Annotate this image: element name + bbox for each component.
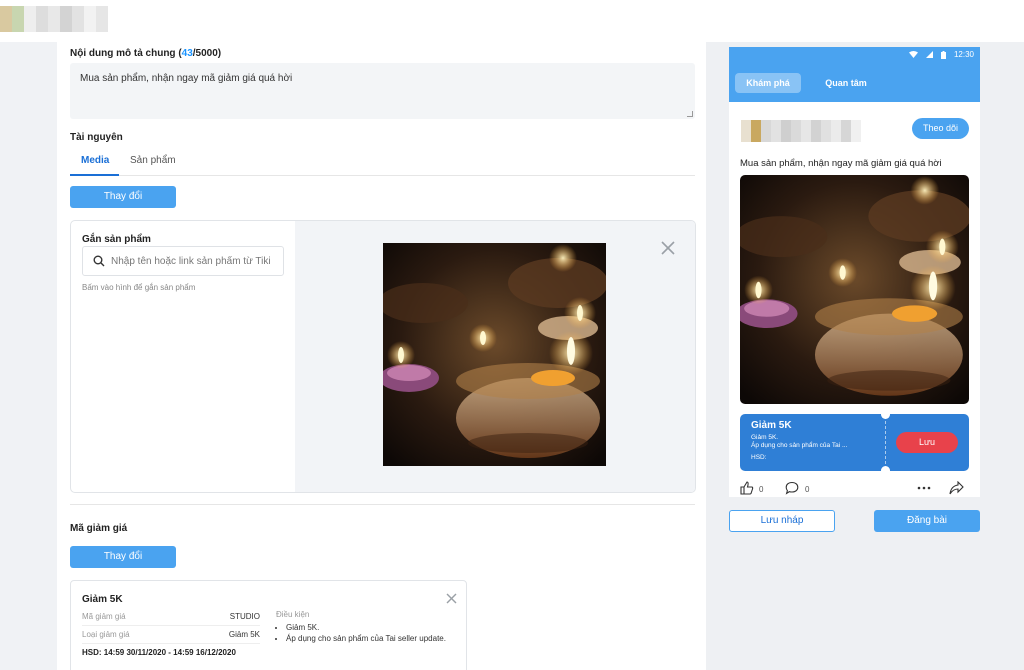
description-textarea[interactable]: Mua sản phẩm, nhận ngay mã giảm giá quá … xyxy=(70,63,695,119)
product-search-input[interactable] xyxy=(111,253,279,269)
resources-title: Tài nguyên xyxy=(70,132,123,143)
status-bar: 12:30 xyxy=(908,50,974,59)
preview-voucher-card: Giảm 5K Giảm 5K. Áp dụng cho sản phẩm củ… xyxy=(740,414,969,471)
like-count: 0 xyxy=(759,485,764,494)
battery-icon xyxy=(940,50,946,59)
blurred-shop-name xyxy=(741,120,871,142)
post-image xyxy=(740,175,969,404)
description-label: Nội dung mô tả chung (43/5000) xyxy=(70,48,221,59)
description-text: Mua sản phẩm, nhận ngay mã giảm giá quá … xyxy=(80,73,293,84)
attach-hint: Bấm vào hình để gắn sản phẩm xyxy=(82,283,196,292)
publish-button[interactable]: Đăng bài xyxy=(874,510,980,532)
remove-media-close-icon[interactable] xyxy=(661,241,675,255)
candle-image-preview xyxy=(740,175,969,404)
status-time: 12:30 xyxy=(953,50,974,59)
description-label-text: Nội dung mô tả chung ( xyxy=(70,48,182,59)
condition-item: Áp dụng cho sản phẩm của Tai seller upda… xyxy=(286,634,461,643)
voucher-code-value: STUDIO xyxy=(229,612,260,621)
conditions-title: Điều kiện xyxy=(276,610,310,619)
change-media-button[interactable]: Thay đổi xyxy=(70,186,176,208)
voucher-title: Giảm 5K xyxy=(82,594,123,605)
resource-tabs: Media Sản phẩm xyxy=(70,150,695,176)
preview-voucher-title: Giảm 5K xyxy=(751,420,792,431)
voucher-divider xyxy=(885,416,886,469)
tab-following[interactable]: Quan tâm xyxy=(813,73,879,93)
active-tab-indicator xyxy=(70,174,119,176)
candle-image[interactable] xyxy=(383,243,606,466)
voucher-card: Giảm 5K Mã giảm giá STUDIO Loại giảm giá… xyxy=(70,580,467,670)
voucher-code-label: Mã giảm giá xyxy=(82,612,126,621)
voucher-section-title: Mã giảm giá xyxy=(70,523,128,534)
like-icon[interactable] xyxy=(740,481,754,495)
signal-icon xyxy=(925,51,933,58)
post-actions: 0 0 xyxy=(740,481,969,497)
search-icon xyxy=(93,255,105,267)
character-limit: /5000) xyxy=(192,48,222,59)
media-preview-area xyxy=(295,221,695,492)
voucher-conditions: Điều kiện Giảm 5K. Áp dụng cho sản phẩm … xyxy=(276,610,461,645)
mobile-preview-panel: 12:30 Khám phá Quan tâm Theo dõi Mua sản… xyxy=(706,42,1024,670)
voucher-notch-bottom xyxy=(881,466,890,471)
remove-voucher-close-icon[interactable] xyxy=(446,593,457,604)
blurred-user-avatar xyxy=(0,6,112,32)
save-draft-button[interactable]: Lưu nháp xyxy=(729,510,835,532)
voucher-type-label: Loại giảm giá xyxy=(82,630,130,639)
post-caption: Mua sản phẩm, nhận ngay mã giảm giá quá … xyxy=(740,158,942,169)
comment-icon[interactable] xyxy=(785,481,799,495)
voucher-notch-top xyxy=(881,414,890,419)
phone-preview: 12:30 Khám phá Quan tâm Theo dõi Mua sản… xyxy=(729,47,980,497)
voucher-type-row: Loại giảm giá Giảm 5K xyxy=(82,630,260,644)
follow-button[interactable]: Theo dõi xyxy=(912,118,969,139)
character-count: 43 xyxy=(181,48,193,59)
save-voucher-button[interactable]: Lưu xyxy=(896,432,958,453)
phone-header: 12:30 Khám phá Quan tâm xyxy=(729,47,980,102)
product-search-box[interactable] xyxy=(82,246,284,276)
share-icon[interactable] xyxy=(949,481,964,495)
preview-voucher-line1: Giảm 5K. xyxy=(751,434,779,441)
post-editor: Nội dung mô tả chung (43/5000) Mua sản p… xyxy=(57,42,707,670)
voucher-type-value: Giảm 5K xyxy=(228,630,260,639)
top-bar xyxy=(0,0,1024,42)
section-divider xyxy=(70,504,695,505)
voucher-code-row: Mã giảm giá STUDIO xyxy=(82,612,260,626)
tab-media[interactable]: Media xyxy=(81,155,109,166)
condition-item: Giảm 5K. xyxy=(286,623,461,632)
attach-product-title: Gắn sản phẩm xyxy=(82,234,151,245)
media-attach-panel: Gắn sản phẩm Bấm vào hình để gắn sản phẩ… xyxy=(70,220,696,493)
wifi-icon xyxy=(908,51,918,58)
change-voucher-button[interactable]: Thay đổi xyxy=(70,546,176,568)
voucher-expiry: HSD: 14:59 30/11/2020 - 14:59 16/12/2020 xyxy=(82,648,236,657)
comment-count: 0 xyxy=(805,485,810,494)
tab-products[interactable]: Sản phẩm xyxy=(130,155,176,166)
preview-voucher-line2: Áp dụng cho sản phẩm của Tai ... xyxy=(751,442,848,449)
tab-discover[interactable]: Khám phá xyxy=(735,73,801,93)
resize-handle-icon[interactable] xyxy=(687,111,693,117)
more-icon[interactable] xyxy=(917,486,931,490)
preview-voucher-line3: HSD: xyxy=(751,454,767,461)
